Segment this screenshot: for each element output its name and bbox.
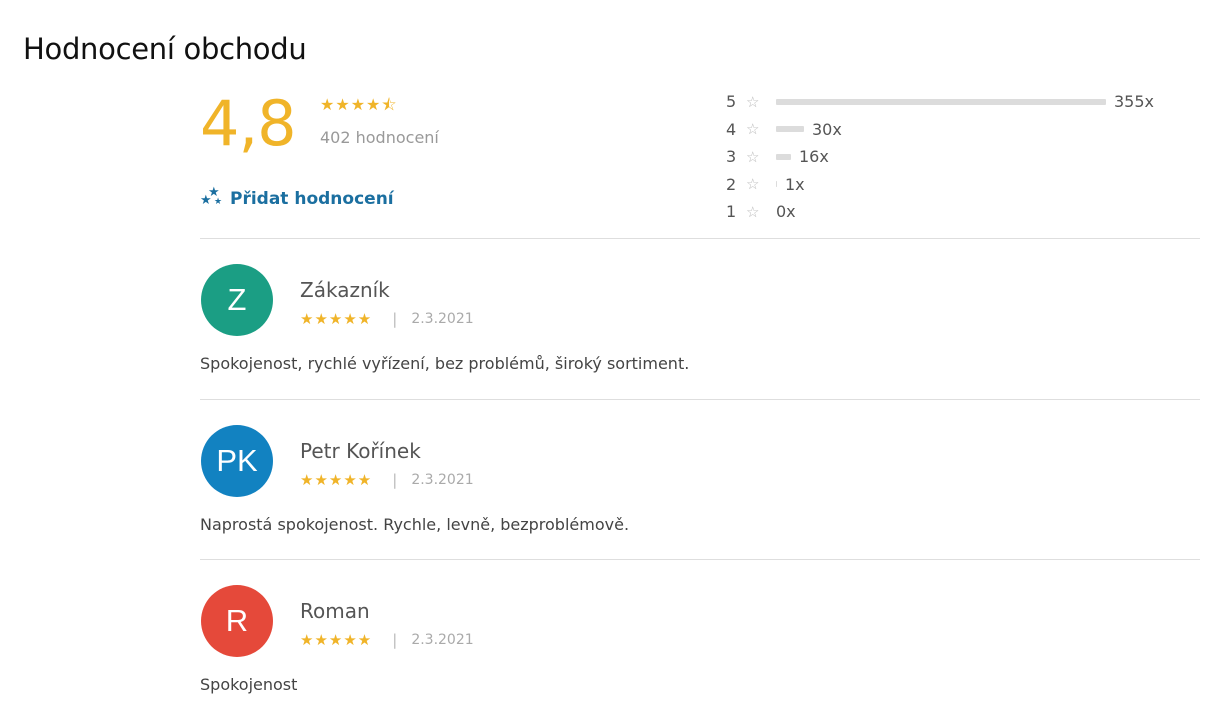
average-score: 4,8	[200, 87, 297, 160]
review-stars-icon: ★★★★★	[300, 471, 373, 489]
reviewer-name: Zákazník	[300, 278, 390, 302]
breakdown-stars: 4	[726, 119, 737, 139]
divider	[200, 238, 1200, 239]
breakdown-count: 16x	[799, 147, 829, 167]
rating-breakdown: 5 ☆ 355x 4 ☆ 30x 3 ☆ 16x 2 ☆ 1x 1 ☆ 0x	[726, 88, 1166, 226]
review-stars-icon: ★★★★★	[300, 631, 373, 649]
breakdown-bar	[776, 153, 791, 160]
breakdown-stars: 5	[726, 92, 737, 112]
star-outline-icon: ☆	[746, 147, 760, 166]
review-meta: ★★★★★ | 2.3.2021	[300, 310, 474, 328]
reviewer-name: Petr Kořínek	[300, 439, 421, 463]
breakdown-bar	[776, 181, 777, 188]
star-outline-icon: ☆	[746, 202, 760, 221]
review-text: Naprostá spokojenost. Rychle, levně, bez…	[200, 515, 630, 534]
add-review-label: Přidat hodnocení	[230, 189, 394, 209]
breakdown-stars: 2	[726, 174, 737, 194]
page-title: Hodnocení obchodu	[23, 32, 307, 66]
avatar: Z	[201, 264, 273, 336]
star-outline-icon: ☆	[746, 175, 760, 194]
avatar: PK	[201, 425, 273, 497]
review-text: Spokojenost	[200, 675, 298, 694]
meta-separator: |	[392, 310, 398, 328]
rating-count: 402 hodnocení	[320, 128, 439, 147]
breakdown-count: 30x	[812, 119, 842, 139]
breakdown-bar	[776, 126, 804, 133]
review-text: Spokojenost, rychlé vyřízení, bez problé…	[200, 354, 690, 373]
breakdown-bar	[776, 98, 1106, 105]
add-review-button[interactable]: ★ ★ ★ Přidat hodnocení	[200, 185, 394, 210]
breakdown-row[interactable]: 5 ☆ 355x	[726, 88, 1166, 116]
meta-separator: |	[392, 471, 398, 489]
divider	[200, 399, 1200, 400]
review-date: 2.3.2021	[411, 311, 474, 327]
breakdown-count: 1x	[785, 174, 805, 194]
reviewer-name: Roman	[300, 599, 370, 623]
breakdown-count: 355x	[1114, 92, 1155, 112]
breakdown-stars: 1	[726, 202, 737, 222]
review-meta: ★★★★★ | 2.3.2021	[300, 471, 474, 489]
breakdown-row[interactable]: 4 ☆ 30x	[726, 116, 1166, 144]
divider	[200, 559, 1200, 560]
review-item: PK Petr Kořínek ★★★★★ | 2.3.2021 Naprost…	[200, 425, 1200, 565]
average-stars-icon: ★★★★⯪	[320, 95, 398, 114]
breakdown-row[interactable]: 1 ☆ 0x	[726, 198, 1166, 226]
review-item: Z Zákazník ★★★★★ | 2.3.2021 Spokojenost,…	[200, 264, 1200, 404]
breakdown-row[interactable]: 2 ☆ 1x	[726, 171, 1166, 199]
review-date: 2.3.2021	[411, 632, 474, 648]
review-stars-icon: ★★★★★	[300, 310, 373, 328]
star-outline-icon: ☆	[746, 120, 760, 139]
breakdown-count: 0x	[776, 202, 796, 222]
breakdown-stars: 3	[726, 147, 737, 167]
meta-separator: |	[392, 631, 398, 649]
breakdown-row[interactable]: 3 ☆ 16x	[726, 143, 1166, 171]
stars-icon: ★ ★ ★	[200, 185, 223, 208]
star-outline-icon: ☆	[746, 92, 760, 111]
review-item: R Roman ★★★★★ | 2.3.2021 Spokojenost	[200, 585, 1200, 715]
review-date: 2.3.2021	[411, 472, 474, 488]
review-meta: ★★★★★ | 2.3.2021	[300, 631, 474, 649]
avatar: R	[201, 585, 273, 657]
